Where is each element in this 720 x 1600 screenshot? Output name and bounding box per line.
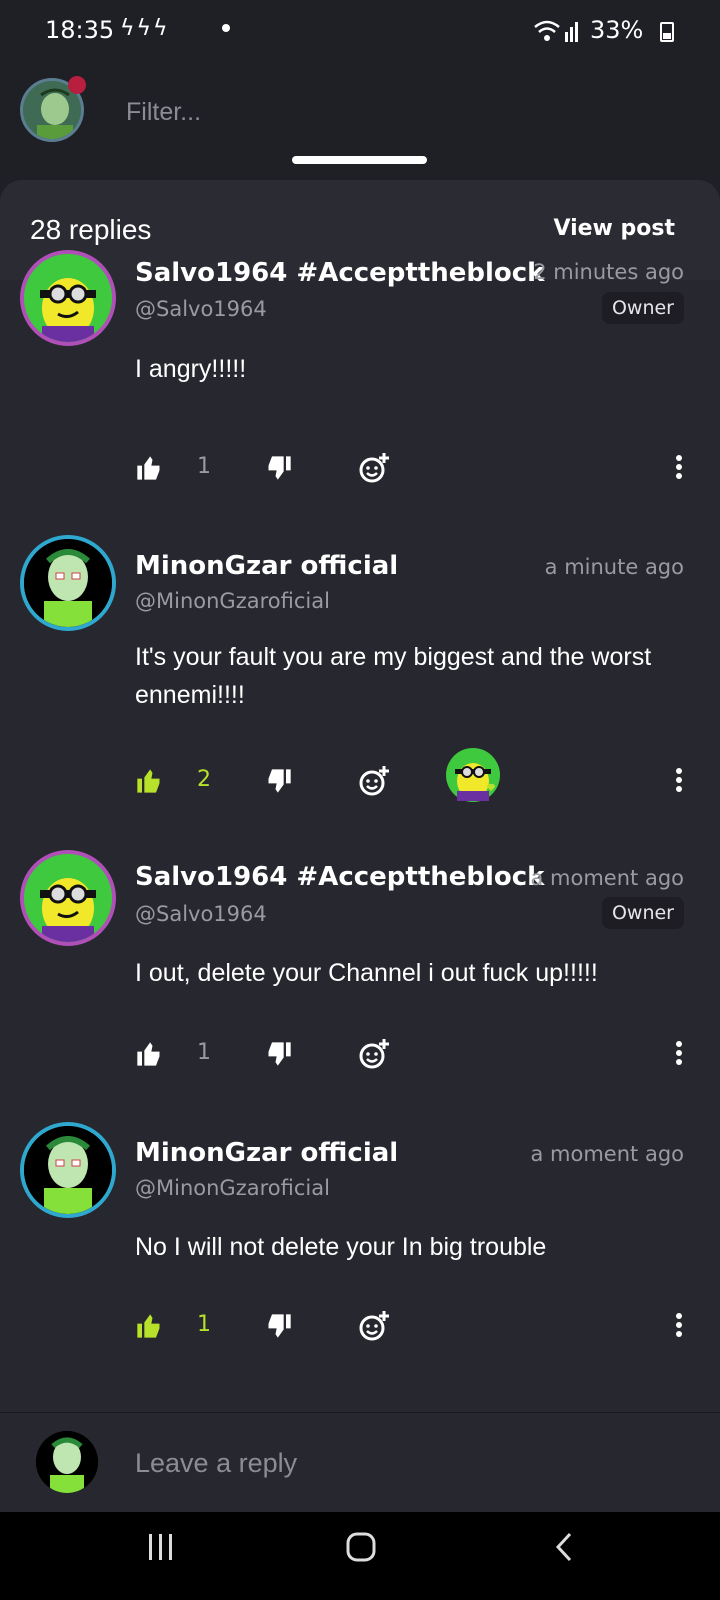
add-reaction-icon (359, 453, 389, 483)
character-avatar-icon (36, 1431, 98, 1493)
comment-author[interactable]: MinonGzar official (135, 1138, 398, 1168)
notification-dot-icon (222, 24, 230, 32)
avatar[interactable] (20, 535, 116, 631)
like-button[interactable] (135, 761, 163, 801)
back-chevron-icon (555, 1532, 572, 1562)
comment-author[interactable]: Salvo1964 #Accepttheblock (135, 862, 544, 892)
comment-time: a moment ago (530, 866, 685, 890)
like-button[interactable] (135, 1306, 163, 1346)
comment-actions: 1 (135, 448, 695, 488)
comment-handle: @MinonGzaroficial (135, 589, 330, 613)
comment-author[interactable]: MinonGzar official (135, 551, 398, 581)
recent-apps-button[interactable] (146, 1532, 176, 1566)
avatar[interactable] (20, 250, 116, 346)
more-vertical-icon (676, 1313, 682, 1337)
comment-text: It's your fault you are my biggest and t… (135, 643, 652, 709)
more-options-button[interactable] (675, 767, 683, 797)
more-options-button[interactable] (675, 1312, 683, 1342)
avatar[interactable] (20, 1122, 116, 1218)
filter-input[interactable] (126, 92, 606, 132)
liker-avatar[interactable] (445, 747, 501, 803)
likes-count: 2 (197, 767, 211, 792)
add-reaction-icon (359, 1311, 389, 1341)
thumbs-up-icon (137, 769, 160, 793)
home-icon (346, 1532, 376, 1562)
minion-liker-avatar-icon (446, 748, 500, 802)
sheet-drag-handle[interactable] (292, 156, 427, 164)
comment-time: 2 minutes ago (533, 260, 684, 284)
replies-count: 28 replies (30, 214, 152, 245)
battery-percent: 33% (590, 16, 665, 44)
bolt-icons: ϟϟϟ (120, 16, 170, 41)
owner-badge: Owner (601, 292, 684, 324)
avatar[interactable] (20, 850, 116, 946)
notification-badge (68, 76, 86, 94)
thumbs-up-icon (137, 456, 160, 480)
more-options-button[interactable] (675, 1040, 683, 1070)
likes-count: 1 (197, 1312, 211, 1337)
comment-handle: @Salvo1964 (135, 297, 267, 321)
add-reaction-button[interactable] (357, 448, 391, 488)
dislike-button[interactable] (265, 761, 293, 801)
dislike-button[interactable] (265, 448, 293, 488)
dislike-button[interactable] (265, 1034, 293, 1074)
minion-avatar-icon (24, 854, 112, 942)
character-avatar-icon (24, 539, 112, 627)
add-reaction-icon (359, 766, 389, 796)
comment-handle: @MinonGzaroficial (135, 1176, 330, 1200)
comment-text: No I will not delete your In big trouble (135, 1233, 547, 1261)
more-vertical-icon (676, 768, 682, 792)
minion-avatar-icon (24, 254, 112, 342)
comment-actions: 2 (135, 748, 695, 802)
like-button[interactable] (135, 448, 163, 488)
comment-author[interactable]: Salvo1964 #Accepttheblock (135, 258, 544, 288)
thumbs-down-icon (268, 1314, 291, 1338)
comment-actions: 1 (135, 1034, 695, 1074)
more-vertical-icon (676, 455, 682, 479)
status-bar: 18:35 ϟϟϟ 33% (0, 0, 720, 62)
reply-input[interactable] (135, 1443, 655, 1483)
comment-time: a moment ago (530, 1142, 685, 1166)
add-reaction-button[interactable] (357, 1306, 391, 1346)
battery-icon (660, 22, 674, 42)
more-vertical-icon (676, 1041, 682, 1065)
replies-sheet: 28 replies View post Salvo1964 #Acceptth… (0, 180, 720, 1512)
more-options-button[interactable] (675, 454, 683, 484)
add-reaction-icon (359, 1039, 389, 1069)
home-button[interactable] (346, 1532, 376, 1566)
current-user-avatar (36, 1431, 98, 1493)
comment-handle: @Salvo1964 (135, 902, 267, 926)
thumbs-up-icon (137, 1314, 160, 1338)
navigation-bar (0, 1512, 720, 1600)
battery-text: 33% (590, 16, 644, 44)
reply-bar (0, 1412, 720, 1512)
add-reaction-button[interactable] (357, 1034, 391, 1074)
add-reaction-button[interactable] (357, 761, 391, 801)
likes-count: 1 (197, 454, 211, 479)
comment-text: I out, delete your Channel i out fuck up… (135, 959, 598, 987)
comment-text: I angry!!!!! (135, 355, 247, 383)
owner-badge: Owner (601, 897, 684, 929)
character-avatar-icon (24, 1126, 112, 1214)
back-button[interactable] (552, 1532, 576, 1566)
like-button[interactable] (135, 1034, 163, 1074)
thumbs-down-icon (268, 769, 291, 793)
header (0, 62, 720, 182)
thumbs-up-icon (137, 1042, 160, 1066)
dislike-button[interactable] (265, 1306, 293, 1346)
comment-time: a minute ago (544, 555, 684, 579)
recent-apps-icon (149, 1534, 172, 1560)
comment-actions: 1 (135, 1306, 695, 1346)
likes-count: 1 (197, 1040, 211, 1065)
status-time: 18:35 (45, 16, 115, 44)
thumbs-down-icon (268, 456, 291, 480)
thumbs-down-icon (268, 1042, 291, 1066)
wifi-signal-icon (534, 20, 578, 42)
view-post-button[interactable]: View post (553, 216, 675, 241)
